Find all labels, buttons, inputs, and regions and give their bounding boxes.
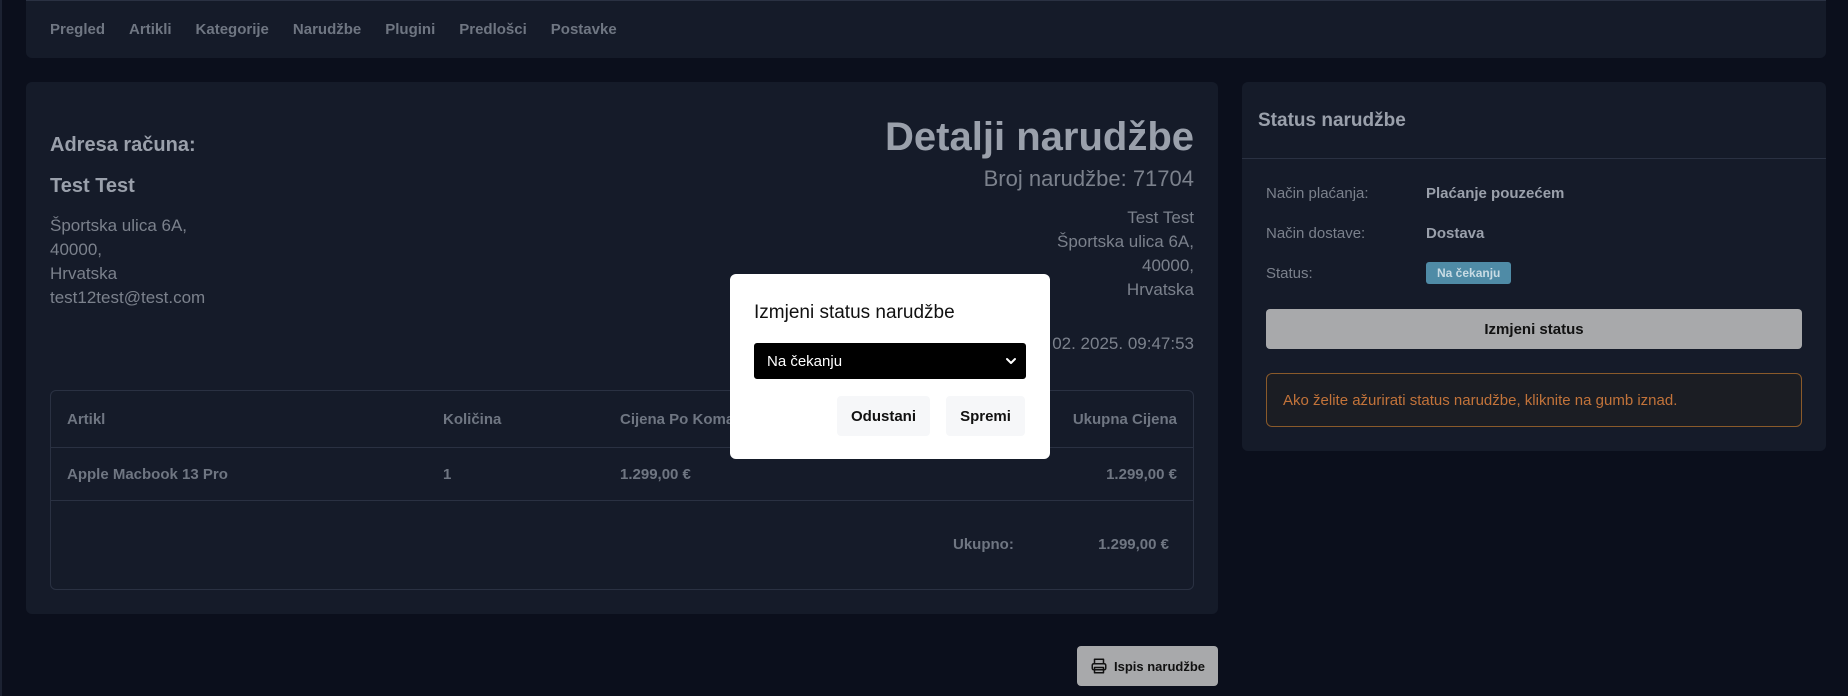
column-header-quantity: Količina — [443, 411, 502, 428]
cell-total: 1.299,00 € — [1106, 466, 1177, 483]
billing-title: Adresa računa: — [50, 134, 196, 156]
page: Pregled Artikli Kategorije Narudžbe Plug… — [0, 0, 1848, 696]
modal-title: Izmjeni status narudžbe — [754, 302, 955, 323]
page-title: Detalji narudžbe — [885, 115, 1194, 159]
status-hint-alert: Ako želite ažurirati status narudžbe, kl… — [1266, 373, 1802, 427]
billing-street: Športska ulica 6A, — [50, 216, 188, 235]
order-number: Broj narudžbe: 71704 — [983, 166, 1194, 191]
billing-postcode: 40000, — [50, 240, 102, 259]
print-order-button[interactable]: Ispis narudžbe — [1077, 646, 1218, 686]
status-card-title: Status narudžbe — [1258, 110, 1406, 131]
order-total-value: 1.299,00 € — [1098, 536, 1169, 553]
shipping-street: Športska ulica 6A, — [1056, 232, 1194, 251]
nav-item-artikli[interactable]: Artikli — [129, 21, 172, 38]
billing-email: test12test@test.com — [50, 288, 206, 307]
order-status-card: Status narudžbe Način plaćanja: Plaćanje… — [1242, 82, 1826, 451]
chevron-down-icon — [1006, 358, 1016, 364]
status-label: Status: — [1266, 265, 1313, 282]
left-border — [0, 0, 2, 696]
column-header-total: Ukupna Cijena — [1072, 411, 1177, 428]
nav-item-predlosci[interactable]: Predlošci — [459, 21, 527, 38]
nav-item-kategorije[interactable]: Kategorije — [196, 21, 269, 38]
delivery-method-label: Način dostave: — [1266, 225, 1366, 242]
nav-item-plugini[interactable]: Plugini — [385, 21, 435, 38]
change-status-button[interactable]: Izmjeni status — [1266, 309, 1802, 349]
payment-method-value: Plaćanje pouzećem — [1426, 185, 1565, 202]
cell-quantity: 1 — [443, 466, 452, 483]
print-order-label: Ispis narudžbe — [1113, 658, 1206, 674]
shipping-name: Test Test — [1127, 208, 1194, 227]
nav-item-pregled[interactable]: Pregled — [50, 21, 105, 38]
payment-method-label: Način plaćanja: — [1266, 185, 1369, 202]
top-navigation: Pregled Artikli Kategorije Narudžbe Plug… — [26, 0, 1826, 58]
delivery-method-value: Dostava — [1426, 225, 1485, 242]
divider — [1242, 158, 1826, 159]
billing-address: Adresa računa: Test Test Športska ulica … — [50, 134, 205, 310]
billing-address-lines: Športska ulica 6A, 40000, Hrvatska test1… — [50, 214, 205, 310]
status-select[interactable]: Na čekanju — [754, 343, 1026, 379]
nav-item-postavke[interactable]: Postavke — [551, 21, 617, 38]
change-status-modal: Izmjeni status narudžbe Na čekanju Odust… — [730, 274, 1050, 459]
column-header-unit-price: Cijena Po Komad — [620, 411, 744, 428]
status-select-value: Na čekanju — [767, 352, 843, 370]
cell-unit-price: 1.299,00 € — [620, 466, 691, 483]
cell-item: Apple Macbook 13 Pro — [67, 466, 228, 483]
status-badge: Na čekanju — [1426, 262, 1512, 284]
order-total-label: Ukupno: — [953, 536, 1014, 553]
nav-item-narudzbe[interactable]: Narudžbe — [293, 21, 361, 38]
column-header-item: Artikl — [67, 411, 106, 428]
billing-country: Hrvatska — [50, 264, 118, 283]
cancel-button[interactable]: Odustani — [837, 396, 930, 436]
billing-name: Test Test — [50, 175, 135, 197]
save-button[interactable]: Spremi — [946, 396, 1025, 436]
printer-icon — [1091, 658, 1107, 674]
